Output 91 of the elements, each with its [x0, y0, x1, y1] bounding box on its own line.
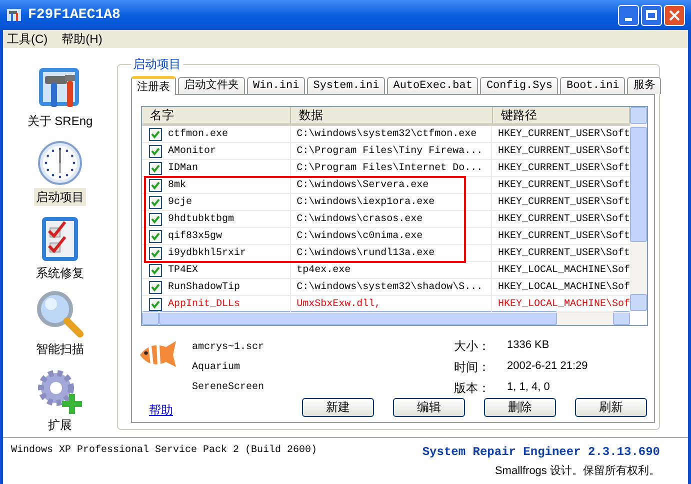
property-value: 1, 1, 4, 0: [507, 380, 550, 395]
action-button[interactable]: 新建: [302, 398, 374, 416]
horizontal-scrollbar[interactable]: [142, 311, 630, 325]
menu-item[interactable]: 帮助(H): [62, 30, 102, 48]
checkbox[interactable]: [149, 280, 162, 294]
close-icon: [669, 10, 680, 20]
tab[interactable]: Win.ini: [247, 77, 306, 94]
table-cell-text: HKEY_CURRENT_USER\Soft: [498, 128, 630, 142]
property-value: 1336 KB: [507, 338, 550, 353]
table-cell-text: C:\windows\c0nima.exe: [296, 230, 423, 244]
file-info-text: amcrys~1.scr: [192, 341, 266, 355]
tab[interactable]: 注册表: [131, 76, 176, 95]
checkbox[interactable]: [149, 264, 162, 276]
file-info-text: Aquarium: [192, 360, 242, 375]
table-cell-text: C:\windows\system32\ctfmon.exe: [296, 128, 477, 142]
sidebar-item[interactable]: 启动项目: [34, 188, 86, 206]
table-cell-text: HKEY_CURRENT_USER\Soft: [498, 246, 630, 260]
sidebar-item[interactable]: 关于 SREng: [25, 112, 95, 130]
table-cell-text: HKEY_CURRENT_USER\Soft: [498, 144, 630, 158]
table-cell-text: AMonitor: [168, 144, 216, 158]
table-cell-text: 9hdtubktbgm: [168, 212, 234, 226]
table-cell-text: 8mk: [168, 178, 186, 192]
tab[interactable]: System.ini: [307, 77, 386, 94]
table-cell-text: C:\windows\iexp1ora.exe: [296, 196, 435, 210]
os-version: Windows XP Professional Service Pack 2 (Build 2600): [11, 444, 318, 458]
tab[interactable]: AutoExec.bat: [387, 77, 478, 94]
tools-icon: [6, 7, 22, 23]
table-cell-text: HKEY_LOCAL_MACHINE\Sof: [498, 264, 630, 278]
sidebar-item[interactable]: 系统修复: [34, 264, 86, 282]
action-button[interactable]: 编辑: [393, 398, 465, 416]
checkbox[interactable]: [149, 144, 162, 158]
table-cell-text: tp4ex.exe: [296, 264, 351, 278]
checkbox[interactable]: [149, 162, 162, 174]
window-title: F29F1AEC1A8: [28, 6, 122, 24]
checkbox[interactable]: [149, 178, 162, 192]
table-cell-text: HKEY_CURRENT_USER\Soft: [498, 162, 630, 176]
checkbox[interactable]: [149, 128, 162, 140]
table-cell-text: qif83x5gw: [168, 230, 222, 244]
property-label: 时间：: [454, 359, 491, 376]
table-cell-text: C:\windows\Servera.exe: [296, 178, 429, 192]
table-cell-text: ctfmon.exe: [168, 128, 228, 142]
checklist-icon: [41, 216, 79, 262]
property-label: 版本：: [454, 380, 491, 397]
sidebar-item[interactable]: 智能扫描: [34, 340, 86, 358]
table-cell-text: 9cje: [168, 196, 192, 210]
table-cell-text: RunShadowTip: [168, 280, 240, 294]
table-cell-text: HKEY_CURRENT_USER\Soft: [498, 196, 630, 210]
column-header[interactable]: 名字: [142, 107, 291, 123]
sidebar-item[interactable]: 扩展: [46, 416, 74, 434]
property-value: 2002-6-21 21:29: [507, 359, 588, 374]
search-icon: [36, 290, 84, 338]
checkbox[interactable]: [149, 230, 162, 242]
minimize-button[interactable]: [618, 4, 639, 26]
action-button[interactable]: 刷新: [575, 398, 647, 416]
checkbox[interactable]: [149, 298, 162, 310]
property-label: 大小：: [454, 338, 491, 355]
table-cell-text: C:\windows\crasos.exe: [296, 212, 423, 226]
tab[interactable]: Boot.ini: [560, 77, 626, 94]
maximize-button[interactable]: [641, 4, 662, 26]
table-cell-text: IDMan: [168, 162, 198, 176]
table-cell-text: TP4EX: [168, 264, 198, 278]
column-header[interactable]: 数据: [291, 107, 493, 123]
checkbox[interactable]: [149, 246, 162, 260]
table-cell-text: C:\Program Files\Tiny Firewa...: [296, 144, 483, 158]
table-cell-text: HKEY_CURRENT_USER\Soft: [498, 230, 630, 244]
table-cell-text: HKEY_LOCAL_MACHINE\Sof: [498, 280, 630, 294]
menu-item[interactable]: 工具(C): [7, 30, 48, 48]
file-info-text: SereneScreen: [192, 381, 266, 395]
table-cell-text: C:\windows\system32\shadow\S...: [296, 280, 483, 294]
table-cell-text: i9ydbkhl5rxir: [168, 246, 246, 260]
help-link[interactable]: 帮助: [149, 401, 173, 419]
table-cell-text: HKEY_LOCAL_MACHINE\Sof: [498, 298, 630, 312]
close-button[interactable]: [664, 4, 685, 26]
table-cell-text: C:\windows\rundl13a.exe: [296, 246, 435, 260]
tab[interactable]: 启动文件夹: [178, 77, 245, 94]
table-cell-text: HKEY_CURRENT_USER\Soft: [498, 178, 630, 192]
table-cell-text: C:\Program Files\Internet Do...: [296, 162, 483, 176]
clock-icon: [37, 140, 83, 186]
tab[interactable]: 服务: [627, 77, 662, 94]
vertical-scrollbar[interactable]: [630, 107, 647, 311]
checkbox[interactable]: [149, 212, 162, 226]
group-title: 启动项目: [132, 56, 182, 73]
gear-plus-icon: [36, 368, 84, 414]
table-cell-text: UmxSbxExw.dll,: [296, 298, 381, 312]
action-button[interactable]: 删除: [484, 398, 556, 416]
copyright-text: Smallfrogs 设计。保留所有权利。: [494, 464, 660, 479]
table-cell-text: HKEY_CURRENT_USER\Soft: [498, 212, 630, 226]
checkbox[interactable]: [149, 196, 162, 208]
product-name: System Repair Engineer 2.3.13.690: [422, 444, 660, 461]
tab[interactable]: Config.Sys: [480, 77, 558, 94]
table-cell-text: AppInit_DLLs: [168, 298, 240, 312]
